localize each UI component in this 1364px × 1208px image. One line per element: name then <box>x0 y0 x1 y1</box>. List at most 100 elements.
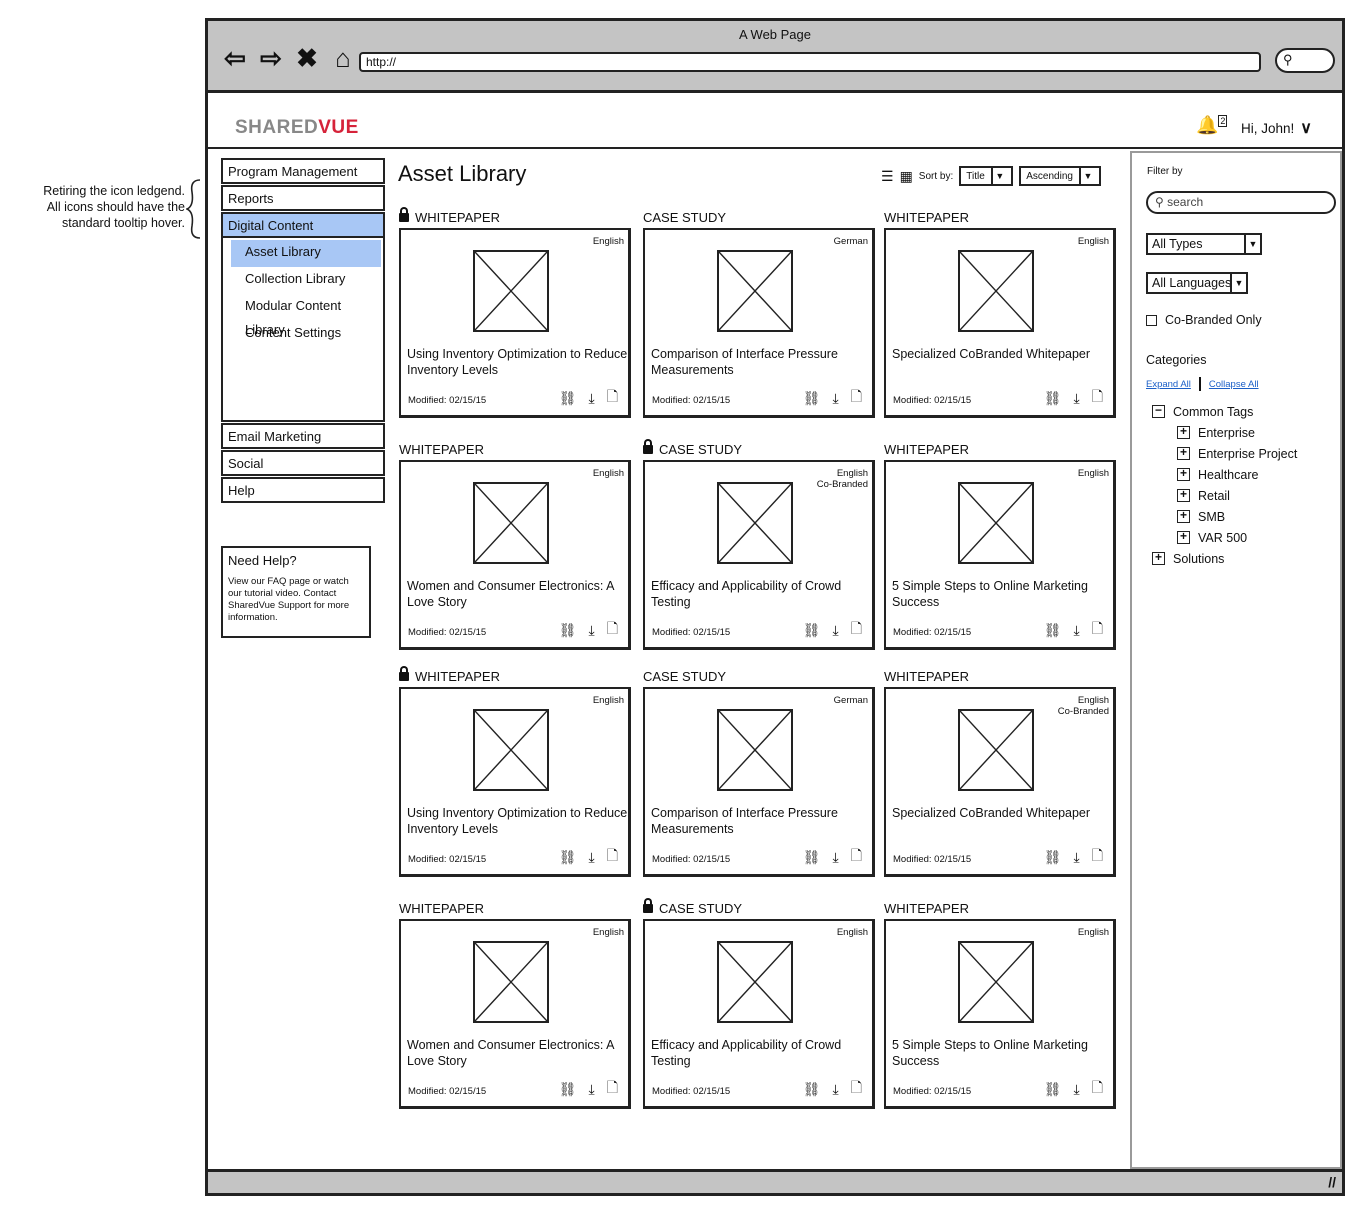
thumbnail-placeholder[interactable] <box>473 482 549 564</box>
asset-card-body[interactable]: English Co-Branded Specialized CoBranded W… <box>884 687 1116 877</box>
asset-card[interactable]: CASE STUDY German Comparison of Interface … <box>643 669 875 877</box>
asset-card[interactable]: WHITEPAPER English Co-Branded Specialized C… <box>884 669 1116 877</box>
types-select[interactable]: All Types ▼ <box>1146 233 1262 255</box>
user-menu[interactable]: Hi, John! ∨ <box>1241 118 1312 138</box>
thumbnail-placeholder[interactable] <box>958 941 1034 1023</box>
nav-collection-library[interactable]: Collection Library <box>231 267 381 294</box>
asset-card-body[interactable]: German Comparison of Interface Pressure M… <box>643 228 875 418</box>
asset-card-body[interactable]: English Using Inventory Optimization to R… <box>399 687 631 877</box>
nav-program-management[interactable]: Program Management <box>221 158 385 184</box>
nav-reports[interactable]: Reports <box>221 185 385 211</box>
nav-social[interactable]: Social <box>221 450 385 476</box>
thumbnail-placeholder[interactable] <box>473 941 549 1023</box>
resize-grip-icon[interactable]: // <box>1328 1174 1336 1190</box>
download-icon[interactable]: ⤓ <box>833 849 839 866</box>
expand-icon[interactable]: + <box>1152 551 1165 565</box>
expand-icon[interactable]: + <box>1177 467 1190 481</box>
download-icon[interactable]: ⤓ <box>833 622 839 639</box>
tree-node-child[interactable]: + SMB <box>1152 506 1297 527</box>
asset-title[interactable]: 5 Simple Steps to Online Marketing Succe… <box>892 1037 1116 1069</box>
document-icon[interactable]: 🗋 <box>1092 845 1103 869</box>
link-icon[interactable]: ⛓ <box>803 849 821 866</box>
download-icon[interactable]: ⤓ <box>589 849 595 866</box>
thumbnail-placeholder[interactable] <box>717 250 793 332</box>
asset-title[interactable]: Using Inventory Optimization to Reduce I… <box>407 805 631 837</box>
asset-title[interactable]: Efficacy and Applicability of Crowd Test… <box>651 1037 875 1069</box>
asset-title[interactable]: Specialized CoBranded Whitepaper <box>892 805 1116 821</box>
link-icon[interactable]: ⛓ <box>559 622 577 639</box>
asset-title[interactable]: 5 Simple Steps to Online Marketing Succe… <box>892 578 1116 610</box>
link-icon[interactable]: ⛓ <box>1044 1081 1062 1098</box>
document-icon[interactable]: 🗋 <box>851 845 862 869</box>
thumbnail-placeholder[interactable] <box>473 250 549 332</box>
asset-card[interactable]: WHITEPAPER English Specialized CoBranded W… <box>884 210 1116 418</box>
asset-card-body[interactable]: English Women and Consumer Electronics: A… <box>399 919 631 1109</box>
browser-search-input[interactable]: ⚲ <box>1275 48 1335 73</box>
arrow-left-icon[interactable]: ⇦ <box>220 43 250 73</box>
asset-card[interactable]: CASE STUDY German Comparison of Interface … <box>643 210 875 418</box>
sort-field-select[interactable]: Title ▼ <box>959 166 1014 186</box>
expand-icon[interactable]: + <box>1177 488 1190 502</box>
download-icon[interactable]: ⤓ <box>833 390 839 407</box>
list-view-icon[interactable]: ☰ <box>881 168 894 185</box>
tree-node-child[interactable]: + Enterprise <box>1152 422 1297 443</box>
asset-card-body[interactable]: English Specialized CoBranded Whitepaper M… <box>884 228 1116 418</box>
thumbnail-placeholder[interactable] <box>958 250 1034 332</box>
link-icon[interactable]: ⛓ <box>803 622 821 639</box>
thumbnail-placeholder[interactable] <box>473 709 549 791</box>
document-icon[interactable]: 🗋 <box>607 386 618 410</box>
expand-icon[interactable]: + <box>1177 509 1190 523</box>
nav-modular-content-library[interactable]: Modular Content Library <box>231 294 381 337</box>
asset-card-body[interactable]: German Comparison of Interface Pressure M… <box>643 687 875 877</box>
asset-card[interactable]: WHITEPAPER English Using Inventory Optimiz… <box>399 666 631 877</box>
link-icon[interactable]: ⛓ <box>1044 849 1062 866</box>
thumbnail-placeholder[interactable] <box>717 709 793 791</box>
document-icon[interactable]: 🗋 <box>607 618 618 642</box>
download-icon[interactable]: ⤓ <box>1074 1081 1080 1098</box>
link-icon[interactable]: ⛓ <box>803 390 821 407</box>
thumbnail-placeholder[interactable] <box>958 482 1034 564</box>
download-icon[interactable]: ⤓ <box>589 622 595 639</box>
expand-icon[interactable]: + <box>1177 446 1190 460</box>
tree-node-solutions[interactable]: + Solutions <box>1152 548 1297 569</box>
tree-node-child[interactable]: + Healthcare <box>1152 464 1297 485</box>
cobranded-only-checkbox[interactable]: Co-Branded Only <box>1146 313 1262 327</box>
expand-all-link[interactable]: Expand All <box>1146 379 1191 390</box>
download-icon[interactable]: ⤓ <box>1074 849 1080 866</box>
link-icon[interactable]: ⛓ <box>1044 622 1062 639</box>
download-icon[interactable]: ⤓ <box>1074 390 1080 407</box>
asset-card-body[interactable]: English Co-Branded Efficacy and Applicabil… <box>643 460 875 650</box>
nav-digital-content[interactable]: Digital Content <box>221 212 385 238</box>
expand-icon[interactable]: + <box>1177 530 1190 544</box>
checkbox-box[interactable] <box>1146 314 1157 326</box>
asset-card-body[interactable]: English 5 Simple Steps to Online Marketin… <box>884 460 1116 650</box>
document-icon[interactable]: 🗋 <box>851 618 862 642</box>
nav-help[interactable]: Help <box>221 477 385 503</box>
link-icon[interactable]: ⛓ <box>803 1081 821 1098</box>
asset-card[interactable]: CASE STUDY English Co-Branded Efficacy and … <box>643 439 875 650</box>
link-icon[interactable]: ⛓ <box>559 849 577 866</box>
nav-content-settings[interactable]: Content Settings <box>231 321 381 348</box>
collapse-icon[interactable]: − <box>1152 404 1165 418</box>
asset-title[interactable]: Comparison of Interface Pressure Measure… <box>651 805 875 837</box>
asset-title[interactable]: Women and Consumer Electronics: A Love S… <box>407 1037 631 1069</box>
languages-select[interactable]: All Languages ▼ <box>1146 272 1248 294</box>
download-icon[interactable]: ⤓ <box>833 1081 839 1098</box>
asset-title[interactable]: Efficacy and Applicability of Crowd Test… <box>651 578 875 610</box>
grid-view-icon[interactable]: ▦ <box>900 168 913 185</box>
asset-card-body[interactable]: English Women and Consumer Electronics: A… <box>399 460 631 650</box>
asset-card-body[interactable]: English Using Inventory Optimization to R… <box>399 228 631 418</box>
home-icon[interactable]: ⌂ <box>328 43 358 73</box>
tree-node-child[interactable]: + Enterprise Project <box>1152 443 1297 464</box>
link-icon[interactable]: ⛓ <box>559 1081 577 1098</box>
filter-search-input[interactable]: ⚲ search <box>1146 191 1336 214</box>
thumbnail-placeholder[interactable] <box>958 709 1034 791</box>
asset-card[interactable]: WHITEPAPER English 5 Simple Steps to Onlin… <box>884 901 1116 1109</box>
thumbnail-placeholder[interactable] <box>717 482 793 564</box>
download-icon[interactable]: ⤓ <box>589 1081 595 1098</box>
asset-title[interactable]: Women and Consumer Electronics: A Love S… <box>407 578 631 610</box>
asset-title[interactable]: Using Inventory Optimization to Reduce I… <box>407 346 631 378</box>
arrow-right-icon[interactable]: ⇨ <box>256 43 286 73</box>
notification-icon[interactable]: 🔔 2 <box>1196 115 1228 136</box>
collapse-all-link[interactable]: Collapse All <box>1209 379 1259 390</box>
